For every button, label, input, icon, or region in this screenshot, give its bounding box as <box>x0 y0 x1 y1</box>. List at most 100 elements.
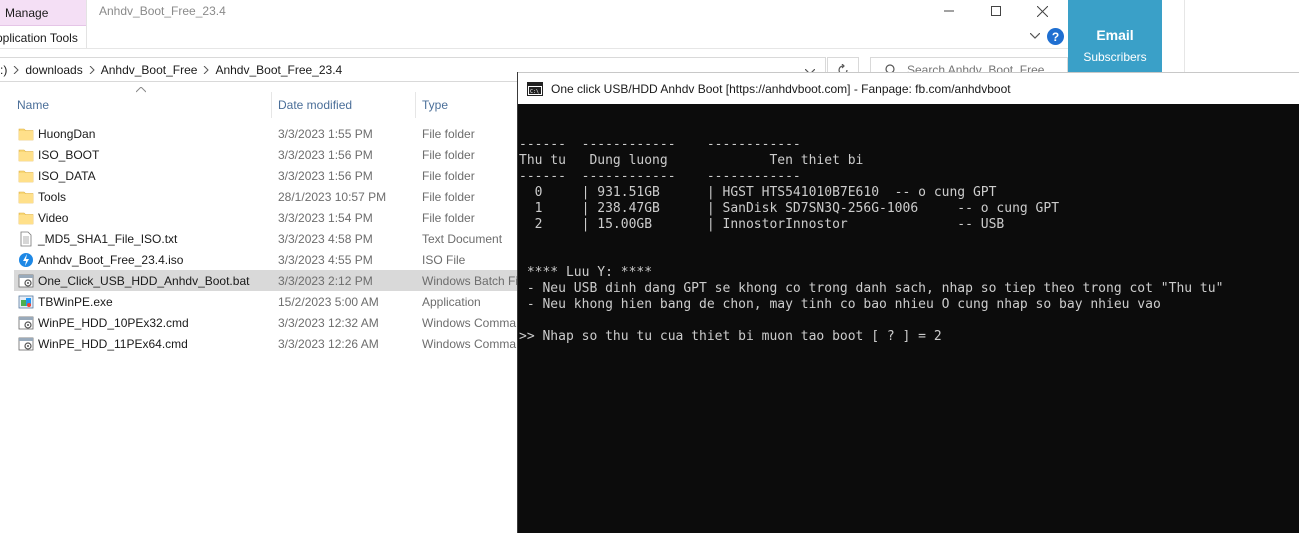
file-type: File folder <box>422 211 475 225</box>
console-line: 1 | 238.47GB | SanDisk SD7SN3Q-256G-1006… <box>519 201 1060 216</box>
file-row[interactable]: Tools 28/1/2023 10:57 PM File folder <box>14 186 518 207</box>
file-name: ISO_BOOT <box>38 148 100 162</box>
file-date: 3/3/2023 4:55 PM <box>278 253 373 267</box>
widget-title: Email <box>1096 27 1134 43</box>
breadcrumb-downloads[interactable]: downloads <box>25 63 82 77</box>
file-row[interactable]: ISO_DATA 3/3/2023 1:56 PM File folder <box>14 165 518 186</box>
file-name: WinPE_HDD_11PEx64.cmd <box>38 337 188 351</box>
chevron-right-icon[interactable] <box>197 65 215 74</box>
column-header-type[interactable]: Type <box>422 92 517 118</box>
file-row[interactable]: Anhdv_Boot_Free_23.4.iso 3/3/2023 4:55 PM… <box>14 249 518 270</box>
breadcrumb-drive[interactable]: :) <box>0 63 7 77</box>
console-title: One click USB/HDD Anhdv Boot [https://an… <box>551 81 1011 96</box>
file-name: Video <box>38 211 69 225</box>
file-name: _MD5_SHA1_File_ISO.txt <box>38 232 178 246</box>
close-icon <box>1037 5 1048 17</box>
console-output[interactable]: ------ ------------ ------------ Thu tu D… <box>519 104 1299 533</box>
ribbon-separator <box>0 48 1068 49</box>
file-type: Windows Batch Fi <box>422 274 519 288</box>
file-date: 3/3/2023 1:56 PM <box>278 148 373 162</box>
window-title: Anhdv_Boot_Free_23.4 <box>99 4 226 18</box>
file-row[interactable]: ISO_BOOT 3/3/2023 1:56 PM File folder <box>14 144 518 165</box>
file-name: TBWinPE.exe <box>38 295 113 309</box>
file-row[interactable]: One_Click_USB_HDD_Anhdv_Boot.bat 3/3/2023… <box>14 270 518 291</box>
chevron-down-icon <box>1030 33 1040 39</box>
folder-icon <box>18 210 34 226</box>
file-name: One_Click_USB_HDD_Anhdv_Boot.bat <box>38 274 250 288</box>
file-name: ISO_DATA <box>38 169 96 183</box>
file-type: File folder <box>422 127 475 141</box>
console-line: >> Nhap so thu tu cua thiet bi muon tao … <box>519 329 942 344</box>
console-app-icon: C:\ <box>527 81 543 96</box>
minimize-icon <box>943 10 954 12</box>
panel-divider <box>1184 0 1185 72</box>
console-line: - Neu khong hien bang de chon, may tinh … <box>519 297 1161 312</box>
file-row[interactable]: HuongDan 3/3/2023 1:55 PM File folder <box>14 123 518 144</box>
file-row[interactable]: WinPE_HDD_11PEx64.cmd 3/3/2023 12:26 AM Wi… <box>14 333 518 354</box>
file-row[interactable]: TBWinPE.exe 15/2/2023 5:00 AM Application <box>14 291 518 312</box>
file-date: 3/3/2023 1:55 PM <box>278 127 373 141</box>
console-window[interactable]: C:\ One click USB/HDD Anhdv Boot [https:… <box>517 72 1299 533</box>
file-date: 3/3/2023 2:12 PM <box>278 274 373 288</box>
file-type: File folder <box>422 148 475 162</box>
folder-icon <box>18 168 34 184</box>
ribbon-expand-button[interactable] <box>1028 29 1042 43</box>
file-row[interactable]: Video 3/3/2023 1:54 PM File folder <box>14 207 518 228</box>
breadcrumb-anhdv-boot-free[interactable]: Anhdv_Boot_Free <box>101 63 198 77</box>
column-header-date[interactable]: Date modified <box>278 92 414 118</box>
console-line: - Neu USB dinh dang GPT se khong co tron… <box>519 281 1224 296</box>
chevron-right-icon[interactable] <box>7 65 25 74</box>
file-date: 15/2/2023 5:00 AM <box>278 295 379 309</box>
widget-subtitle: Subscribers <box>1083 50 1147 64</box>
column-divider[interactable] <box>271 92 272 118</box>
folder-icon <box>18 189 34 205</box>
ribbon-subtab-label: Application Tools <box>0 31 78 45</box>
file-name: WinPE_HDD_10PEx32.cmd <box>38 316 189 330</box>
maximize-button[interactable] <box>972 0 1019 22</box>
console-line: ------ ------------ ------------ <box>519 169 801 184</box>
file-type: File folder <box>422 169 475 183</box>
help-icon[interactable]: ? <box>1047 28 1064 45</box>
ribbon-subtab-application-tools[interactable]: Application Tools <box>0 26 86 48</box>
window-controls <box>925 0 1067 22</box>
folder-icon <box>18 126 34 142</box>
column-divider[interactable] <box>415 92 416 118</box>
file-type: Text Document <box>422 232 503 246</box>
file-date: 3/3/2023 4:58 PM <box>278 232 373 246</box>
chevron-right-icon[interactable] <box>83 65 101 74</box>
console-titlebar[interactable]: C:\ One click USB/HDD Anhdv Boot [https:… <box>518 72 1299 104</box>
breadcrumb-current-folder[interactable]: Anhdv_Boot_Free_23.4 <box>215 63 342 77</box>
file-type: Application <box>422 295 481 309</box>
console-line: ------ ------------ ------------ <box>519 137 801 152</box>
file-date: 3/3/2023 1:54 PM <box>278 211 373 225</box>
maximize-icon <box>990 6 1001 16</box>
file-name: Anhdv_Boot_Free_23.4.iso <box>38 253 184 267</box>
cmd-file-icon <box>18 336 34 352</box>
svg-text:C:\: C:\ <box>530 89 539 95</box>
file-type: ISO File <box>422 253 466 267</box>
file-date: 3/3/2023 12:32 AM <box>278 316 379 330</box>
batch-file-icon <box>18 273 34 289</box>
text-file-icon <box>18 231 34 247</box>
file-type: Windows Comma <box>422 316 517 330</box>
exe-file-icon <box>18 294 34 310</box>
cmd-file-icon <box>18 315 34 331</box>
email-subscribers-widget[interactable]: Email Subscribers <box>1068 0 1162 72</box>
file-name: Tools <box>38 190 67 204</box>
file-date: 28/1/2023 10:57 PM <box>278 190 387 204</box>
column-header-name[interactable]: Name <box>17 92 270 118</box>
ribbon-tab-manage[interactable]: Manage <box>0 0 86 26</box>
minimize-button[interactable] <box>925 0 972 22</box>
console-line: 2 | 15.00GB | InnostorInnostor -- USB <box>519 217 1005 232</box>
close-button[interactable] <box>1019 0 1066 22</box>
file-name: HuongDan <box>38 127 96 141</box>
file-date: 3/3/2023 12:26 AM <box>278 337 379 351</box>
console-line: Thu tu Dung luong Ten thiet bi <box>519 153 864 168</box>
file-row[interactable]: _MD5_SHA1_File_ISO.txt 3/3/2023 4:58 PM Te… <box>14 228 518 249</box>
file-row[interactable]: WinPE_HDD_10PEx32.cmd 3/3/2023 12:32 AM Wi… <box>14 312 518 333</box>
console-line: 0 | 931.51GB | HGST HTS541010B7E610 -- o… <box>519 185 997 200</box>
file-type: Windows Comma <box>422 337 517 351</box>
